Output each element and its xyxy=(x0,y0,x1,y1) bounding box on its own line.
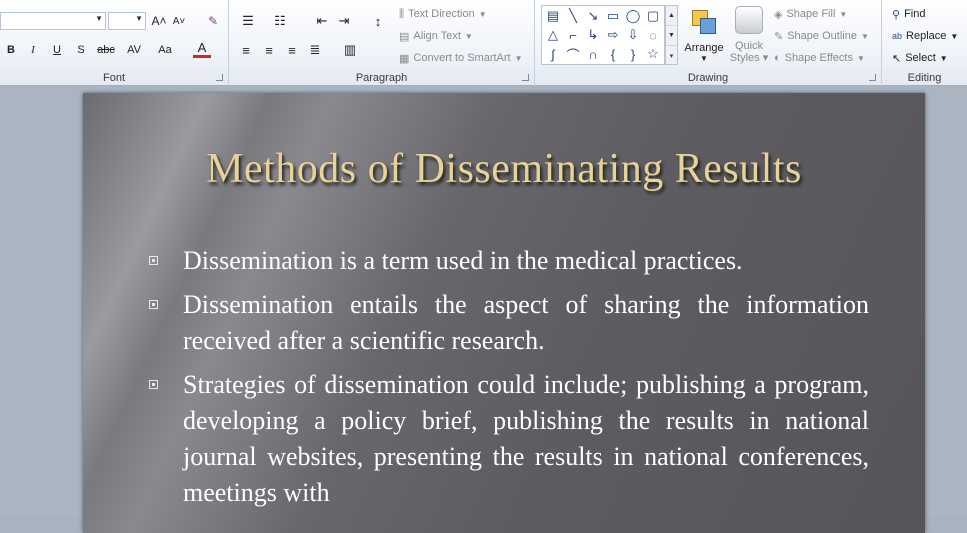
font-name-combo[interactable]: ▼ xyxy=(0,12,106,30)
bullet-square-icon xyxy=(149,256,158,265)
ribbon: ▼ ▼ A˄ A˅ ✎ B I U S abc AV Aa A Font ☰ ☷… xyxy=(0,0,967,86)
scroll-up-icon[interactable]: ▲ xyxy=(666,6,677,26)
quick-styles-icon xyxy=(735,6,763,34)
bullet-text: Strategies of dissemination could includ… xyxy=(183,370,869,507)
editing-group: ⚲ Find ab Replace ▼ ↖ Select ▼ Editing xyxy=(882,0,967,86)
align-text-icon: ▤ xyxy=(399,30,410,43)
smartart-icon: ▦ xyxy=(399,52,410,65)
align-left-icon[interactable]: ≡ xyxy=(237,41,255,59)
clear-formatting-icon[interactable]: ✎ xyxy=(204,12,222,30)
oval-shape-icon[interactable]: ◯ xyxy=(623,7,643,25)
slide[interactable]: Methods of Disseminating Results Dissemi… xyxy=(83,93,925,533)
bullets-icon[interactable]: ☰ xyxy=(237,12,259,30)
decrease-indent-icon[interactable]: ⇤ xyxy=(313,12,331,30)
select-button[interactable]: ↖ Select ▼ xyxy=(892,49,948,67)
bullet-item: Dissemination entails the aspect of shar… xyxy=(149,287,869,359)
binoculars-icon: ⚲ xyxy=(892,8,901,21)
quick-styles-button[interactable]: Quick Styles ▾ xyxy=(727,4,771,66)
numbering-icon[interactable]: ☷ xyxy=(269,12,291,30)
replace-icon: ab xyxy=(892,31,903,41)
arc-shape-icon[interactable]: ∩ xyxy=(583,45,603,63)
convert-smartart-button[interactable]: ▦ Convert to SmartArt ▼ xyxy=(399,49,523,67)
align-center-icon[interactable]: ≡ xyxy=(260,41,278,59)
shapes-gallery[interactable]: ▤ ╲ ↘ ▭ ◯ ▢ △ ⌐ ↳ ⇨ ⇩ ◌ ʃ ⌒ ∩ { } ☆ xyxy=(541,5,665,65)
scroll-down-icon[interactable]: ▼ xyxy=(666,26,677,46)
star-shape-icon[interactable]: ☆ xyxy=(643,45,663,63)
left-brace-icon[interactable]: { xyxy=(603,45,623,63)
elbow-arrow-icon[interactable]: ↳ xyxy=(583,26,603,44)
font-size-combo[interactable]: ▼ xyxy=(108,12,146,30)
bullet-text: Dissemination entails the aspect of shar… xyxy=(183,290,869,355)
underline-button[interactable]: U xyxy=(49,41,65,59)
cursor-icon: ↖ xyxy=(892,52,902,65)
textbox-shape-icon[interactable]: ▤ xyxy=(543,7,563,25)
font-group-label: Font xyxy=(102,72,125,84)
triangle-shape-icon[interactable]: △ xyxy=(543,26,563,44)
italic-button[interactable]: I xyxy=(25,41,41,59)
font-group: ▼ ▼ A˄ A˅ ✎ B I U S abc AV Aa A Font xyxy=(0,0,229,86)
right-brace-icon[interactable]: } xyxy=(623,45,643,63)
drawing-group-label: Drawing xyxy=(687,72,729,84)
shape-fill-button[interactable]: ◈ Shape Fill ▼ xyxy=(774,5,847,23)
gallery-more-icon[interactable]: ▾ xyxy=(666,46,677,65)
drawing-dialog-launcher-icon[interactable] xyxy=(869,74,876,81)
shapes-gallery-scrollbar[interactable]: ▲ ▼ ▾ xyxy=(665,5,678,65)
rounded-rect-shape-icon[interactable]: ▢ xyxy=(643,7,663,25)
paint-bucket-icon: ◈ xyxy=(774,8,783,21)
bullet-square-icon xyxy=(149,380,158,389)
character-spacing-button[interactable]: AV xyxy=(121,41,147,59)
shrink-font-icon[interactable]: A˅ xyxy=(170,12,188,30)
replace-button[interactable]: ab Replace ▼ xyxy=(892,27,958,45)
strikethrough-button[interactable]: abc xyxy=(95,41,117,59)
text-shadow-button[interactable]: S xyxy=(73,41,89,59)
increase-indent-icon[interactable]: ⇥ xyxy=(335,12,353,30)
align-text-button[interactable]: ▤ Align Text ▼ xyxy=(399,27,473,45)
slide-bullet-list[interactable]: Dissemination is a term used in the medi… xyxy=(149,243,869,519)
bullet-item: Dissemination is a term used in the medi… xyxy=(149,243,869,279)
arrange-icon xyxy=(690,8,718,36)
arrow-shape-icon[interactable]: ↘ xyxy=(583,7,603,25)
arrange-button[interactable]: Arrange ▼ xyxy=(682,4,726,66)
bullet-square-icon xyxy=(149,300,158,309)
change-case-button[interactable]: Aa xyxy=(152,41,178,59)
columns-icon[interactable]: ▥ xyxy=(339,41,361,59)
paragraph-group: ☰ ☷ ⇤ ⇥ ↕ ≡ ≡ ≡ ≣ ▥ ⫼ Text Direction ▼ ▤ Al… xyxy=(229,0,535,86)
down-arrow-shape-icon[interactable]: ⇩ xyxy=(623,26,643,44)
justify-icon[interactable]: ≣ xyxy=(306,41,324,59)
paragraph-dialog-launcher-icon[interactable] xyxy=(522,74,529,81)
font-dialog-launcher-icon[interactable] xyxy=(216,74,223,81)
text-direction-button[interactable]: ⫼ Text Direction ▼ xyxy=(399,5,487,23)
slide-title[interactable]: Methods of Disseminating Results xyxy=(83,145,925,193)
editing-group-label: Editing xyxy=(907,72,942,84)
grow-font-icon[interactable]: A˄ xyxy=(150,12,168,30)
bold-button[interactable]: B xyxy=(3,41,19,59)
elbow-connector-icon[interactable]: ⌐ xyxy=(563,26,583,44)
rectangle-shape-icon[interactable]: ▭ xyxy=(603,7,623,25)
find-button[interactable]: ⚲ Find xyxy=(892,5,925,23)
freeform-shape-icon[interactable]: ʃ xyxy=(543,45,563,63)
font-color-button[interactable]: A xyxy=(193,40,211,58)
curve-shape-icon[interactable]: ⌒ xyxy=(563,45,583,63)
shape-outline-button[interactable]: ✎ Shape Outline ▼ xyxy=(774,27,869,45)
bullet-item: Strategies of dissemination could includ… xyxy=(149,367,869,511)
effects-icon: ◐ xyxy=(774,52,781,64)
right-arrow-shape-icon[interactable]: ⇨ xyxy=(603,26,623,44)
callout-shape-icon[interactable]: ◌ xyxy=(643,26,663,44)
paragraph-group-label: Paragraph xyxy=(355,72,408,84)
bullet-text: Dissemination is a term used in the medi… xyxy=(183,246,743,275)
pen-icon: ✎ xyxy=(774,30,784,43)
text-direction-icon: ⫼ xyxy=(399,7,405,20)
line-spacing-icon[interactable]: ↕ xyxy=(367,12,389,30)
align-right-icon[interactable]: ≡ xyxy=(283,41,301,59)
line-shape-icon[interactable]: ╲ xyxy=(563,7,583,25)
shape-effects-button[interactable]: ◐ Shape Effects ▼ xyxy=(774,49,865,67)
